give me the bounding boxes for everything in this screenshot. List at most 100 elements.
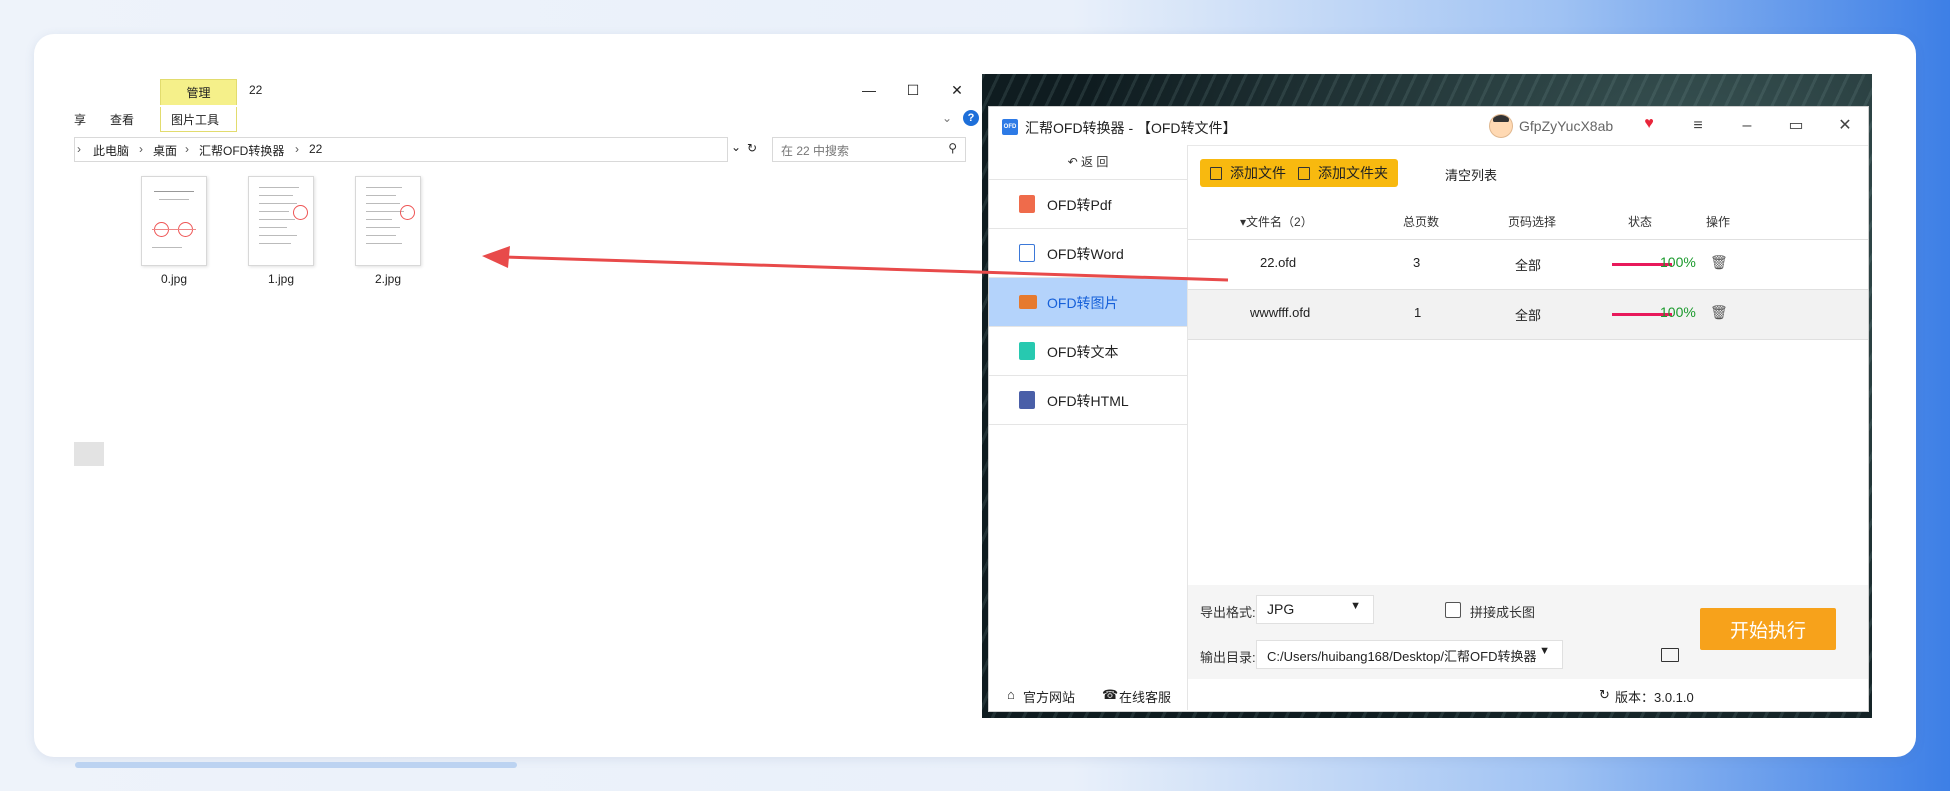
text-icon [1019, 342, 1035, 360]
ofd-converter-window: OFD 汇帮OFD转换器 - 【OFD转文件】 GfpZyYucX8ab ♥ ≡… [988, 106, 1869, 712]
menu-icon[interactable]: ≡ [1686, 115, 1710, 137]
add-folder-label: 添加文件夹 [1318, 165, 1388, 181]
file-icon [1210, 166, 1222, 180]
sidebar-item-text[interactable]: OFD转文本 [989, 327, 1187, 376]
refresh-icon[interactable]: ↻ [1599, 687, 1610, 703]
clear-list-button[interactable]: 清空列表 [1445, 165, 1497, 184]
sidebar-item-word[interactable]: OFD转Word [989, 229, 1187, 278]
file-name: 0.jpg [160, 272, 188, 286]
avatar[interactable] [1489, 114, 1513, 138]
file-item[interactable]: 2.jpg [343, 176, 433, 286]
sidebar-item-image[interactable]: OFD转图片 [989, 278, 1187, 327]
image-icon [1019, 295, 1037, 309]
column-page-select: 页码选择 [1508, 215, 1557, 229]
chevron-right-icon: › [185, 142, 189, 156]
support-link[interactable]: 在线客服 [1119, 687, 1171, 706]
row-filename: wwwfff.ofd [1250, 305, 1311, 320]
output-dir-label: 输出目录: [1200, 650, 1256, 665]
column-pages: 总页数 [1403, 215, 1440, 229]
breadcrumb-item[interactable]: 桌面 [153, 142, 177, 159]
table-row[interactable]: 22.ofd 3 全部 100% 🗑 [1188, 240, 1868, 290]
back-button[interactable]: ↶ 返 回 [989, 145, 1187, 180]
format-select[interactable]: JPG ▼ [1256, 595, 1374, 624]
progress-percent: 100% [1660, 254, 1696, 270]
row-page-select[interactable]: 全部 [1515, 305, 1541, 324]
minimize-icon[interactable]: — [846, 78, 892, 102]
sidebar-item-label: OFD转Pdf [1047, 197, 1112, 213]
add-file-label: 添加文件 [1230, 165, 1286, 181]
html-icon [1019, 391, 1035, 409]
maximize-icon[interactable]: ▭ [1784, 115, 1808, 137]
output-dir-select[interactable]: C:/Users/huibang168/Desktop/汇帮OFD转换器 ▼ [1256, 640, 1563, 669]
ribbon-item-picture-tools[interactable]: 图片工具 [171, 111, 219, 128]
table-header: ▾文件名（2） 总页数 页码选择 状态 操作 [1188, 199, 1868, 240]
ribbon-item-view[interactable]: 查看 [110, 111, 134, 128]
image-thumbnail [141, 176, 207, 266]
back-label: 返 回 [1081, 155, 1109, 169]
trash-icon[interactable]: 🗑 [1710, 304, 1728, 321]
start-button[interactable]: 开始执行 [1700, 608, 1836, 650]
merge-label: 拼接成长图 [1470, 605, 1536, 620]
add-file-button[interactable]: 添加文件 [1200, 159, 1296, 187]
trash-icon[interactable]: 🗑 [1710, 254, 1728, 271]
app-logo: OFD [1002, 119, 1018, 135]
table-row[interactable]: wwwfff.ofd 1 全部 100% 🗑 [1188, 290, 1868, 340]
sidebar: ↶ 返 回 OFD转Pdf OFD转Word OFD转图片 OFD转文本 OFD… [989, 145, 1188, 710]
file-explorer-window: 管理 22 — ☐ ✕ 享 查看 图片工具 ⌄ ? › 此电脑 › 桌面 › 汇… [74, 74, 982, 718]
output-dir-value: C:/Users/huibang168/Desktop/汇帮OFD转换器 [1267, 649, 1537, 664]
file-item[interactable]: 0.jpg [129, 176, 219, 286]
ribbon-bar: 享 查看 图片工具 ⌄ ? [74, 107, 982, 132]
sidebar-item-pdf[interactable]: OFD转Pdf [989, 180, 1187, 229]
search-placeholder: 在 22 中搜索 [781, 144, 850, 158]
word-icon [1019, 244, 1035, 262]
search-icon: ⚲ [948, 141, 957, 155]
title-bar: OFD 汇帮OFD转换器 - 【OFD转文件】 GfpZyYucX8ab ♥ ≡… [989, 107, 1868, 146]
breadcrumb-item[interactable]: 汇帮OFD转换器 [199, 142, 284, 159]
search-input[interactable]: 在 22 中搜索 ⚲ [772, 137, 966, 162]
file-item[interactable]: 1.jpg [236, 176, 326, 286]
minimize-icon[interactable]: – [1735, 115, 1759, 137]
help-icon[interactable]: ? [963, 110, 979, 126]
sidebar-item-label: OFD转Word [1047, 246, 1124, 262]
sidebar-item-label: OFD转文本 [1047, 344, 1119, 360]
folder-add-icon [1298, 166, 1310, 180]
close-icon[interactable]: ✕ [1833, 115, 1857, 137]
caret-down-icon: ▼ [1350, 600, 1361, 612]
vip-heart-icon[interactable]: ♥ [1640, 115, 1658, 133]
ribbon-tab-manage-label: 管理 [186, 86, 211, 100]
column-status: 状态 [1628, 215, 1653, 229]
row-filename: 22.ofd [1260, 255, 1297, 270]
sidebar-item-html[interactable]: OFD转HTML [989, 376, 1187, 425]
pdf-icon [1019, 195, 1035, 213]
window-title: 22 [249, 83, 263, 97]
ribbon-collapse-icon[interactable]: ⌄ [942, 111, 952, 125]
website-link[interactable]: 官方网站 [1023, 687, 1075, 706]
close-icon[interactable]: ✕ [934, 78, 980, 102]
row-pages: 3 [1413, 255, 1421, 270]
support-icon: ☎ [1102, 687, 1119, 702]
row-page-select[interactable]: 全部 [1515, 255, 1541, 274]
address-bar[interactable]: › 此电脑 › 桌面 › 汇帮OFD转换器 › 22 ⌄ ↻ [74, 137, 757, 162]
footer: ⌂ 官方网站 ☎ 在线客服 ↻ 版本：3.0.1.0 [989, 679, 1868, 711]
chevron-right-icon: › [77, 142, 81, 156]
username[interactable]: GfpZyYucX8ab [1519, 118, 1613, 134]
maximize-icon[interactable]: ☐ [890, 78, 936, 102]
ribbon-tab-manage[interactable]: 管理 [160, 79, 237, 105]
dropdown-icon[interactable]: ⌄ [731, 140, 741, 154]
column-filename[interactable]: ▾文件名（2） [1240, 213, 1313, 230]
refresh-icon[interactable]: ↻ [747, 141, 757, 155]
folder-open-icon[interactable] [1661, 648, 1679, 662]
format-label: 导出格式: [1200, 605, 1256, 620]
add-folder-button[interactable]: 添加文件夹 [1288, 159, 1398, 187]
scroll-indicator [75, 762, 517, 768]
export-settings-panel: 导出格式: JPG ▼ 拼接成长图 输出目录: C:/Users/huibang… [1188, 585, 1868, 679]
breadcrumb-item[interactable]: 22 [309, 142, 322, 156]
breadcrumb-item[interactable]: 此电脑 [93, 142, 129, 159]
file-name: 1.jpg [267, 272, 295, 286]
chevron-right-icon: › [295, 142, 299, 156]
selection-artifact [74, 442, 104, 466]
app-title: 汇帮OFD转换器 - 【OFD转文件】 [1025, 120, 1237, 136]
row-pages: 1 [1414, 305, 1422, 320]
merge-checkbox[interactable] [1445, 602, 1461, 618]
ribbon-item-share[interactable]: 享 [74, 111, 86, 128]
